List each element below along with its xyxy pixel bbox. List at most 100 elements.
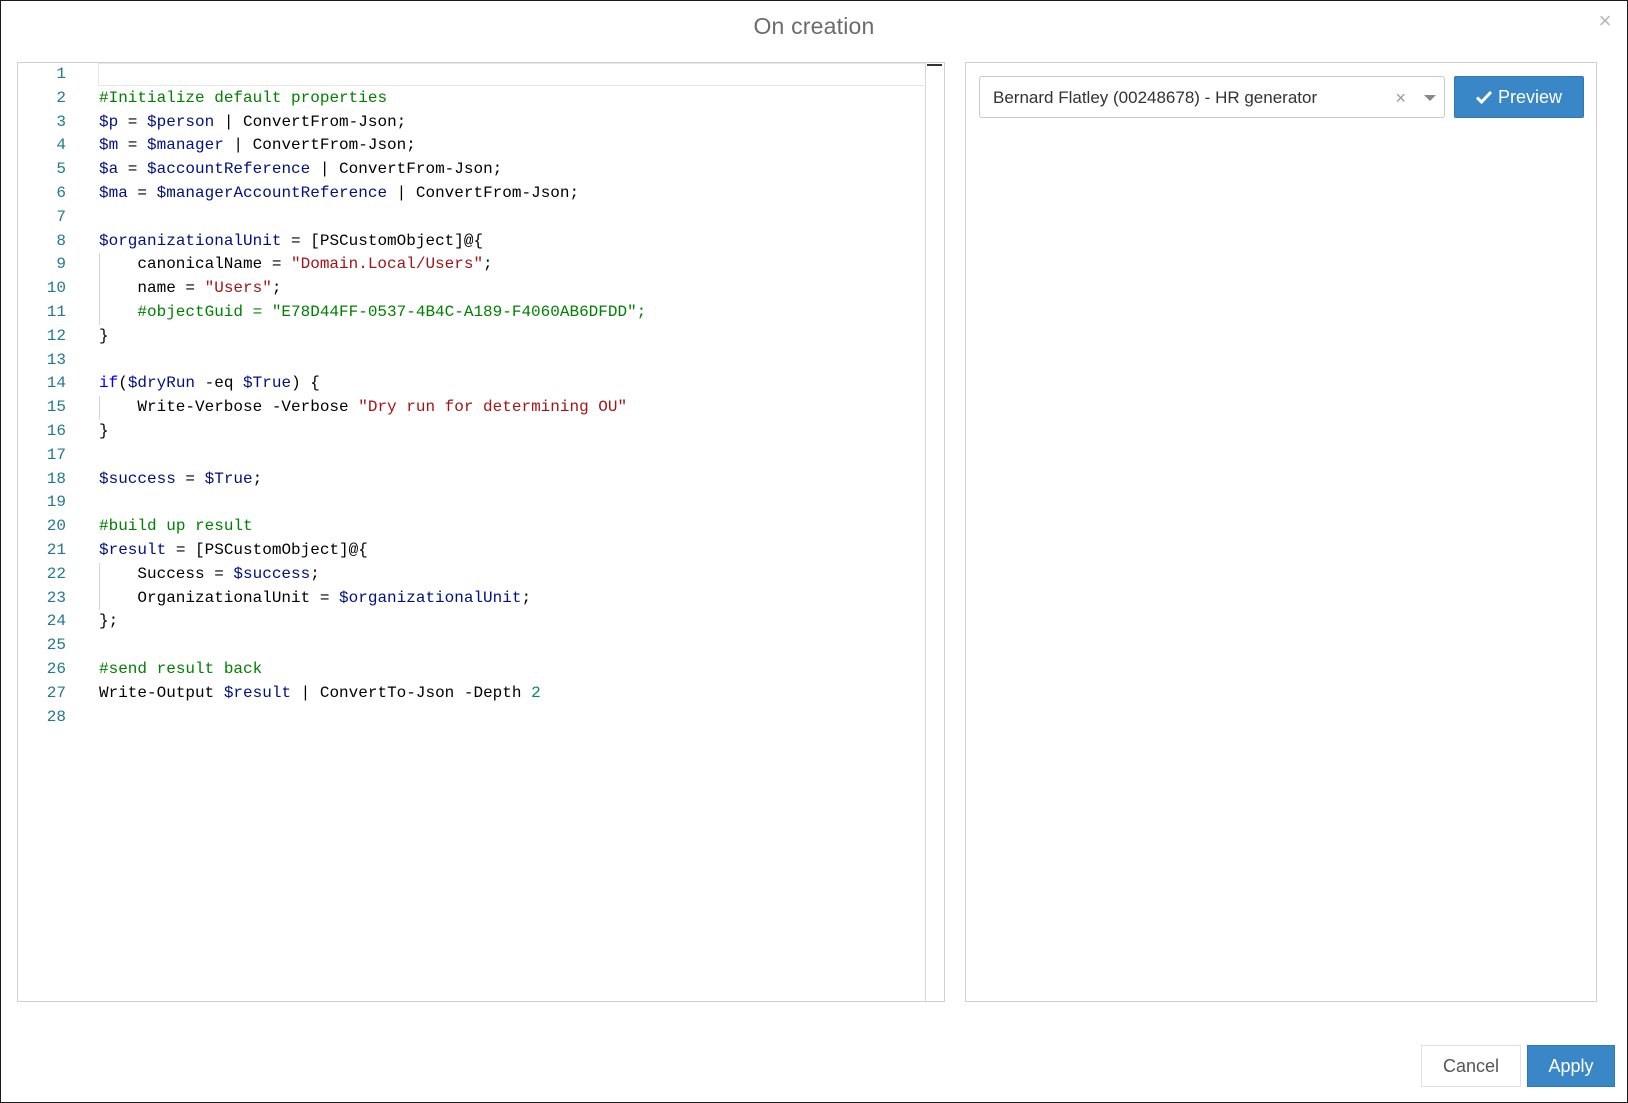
dialog: On creation × 1 2 3 4 5 6 7 8 9 10 11 12 13 14 15 16 17 1… [0, 0, 1628, 1103]
code-token: $manager [147, 136, 224, 155]
code-line: name = "Users"; [137, 277, 281, 301]
line-number: 8 [56, 231, 66, 250]
code-line: } [99, 325, 109, 349]
code-token: = [PSCustomObject]@{ [281, 231, 484, 250]
code-line: Write-Output $result | ConvertTo-Json -D… [99, 682, 541, 706]
code-token: Success = [137, 564, 234, 583]
code-token: "Dry run for determining OU" [358, 398, 628, 417]
code-token: OrganizationalUnit = [137, 588, 340, 607]
line-number: 26 [46, 660, 66, 678]
editor-scrollbar[interactable] [925, 63, 944, 1001]
code-token: } [99, 326, 109, 345]
indent-guide [99, 277, 100, 301]
code-token: #build up result [99, 517, 253, 536]
code-token: 2 [531, 683, 541, 702]
indent-guide [99, 562, 100, 587]
line-number: 7 [56, 207, 66, 226]
chevron-down-icon[interactable] [1414, 77, 1444, 117]
code-line: #objectGuid = "E78D44FF-0537-4B4C-A189-F… [137, 301, 646, 325]
code-token: name = [137, 279, 205, 298]
code-token: = [118, 160, 148, 179]
line-number: 19 [46, 493, 66, 512]
code-line: Success = $success; [137, 563, 319, 587]
code-token: $True [204, 469, 253, 488]
code-token: $p [99, 112, 119, 131]
code-token: $a [99, 160, 119, 179]
line-number: 11 [46, 303, 66, 321]
code-token: #send result back [99, 660, 263, 678]
code-token: $True [243, 374, 292, 393]
code-token: Write-Output [99, 683, 224, 702]
code-token: = [PSCustomObject]@{ [166, 541, 368, 559]
line-number: 9 [56, 255, 66, 274]
code-token: = [118, 112, 148, 131]
code-token: }; [99, 612, 119, 631]
line-number: 1 [56, 65, 66, 83]
code-token: $managerAccountReference [156, 184, 388, 202]
indent-guide [99, 253, 100, 278]
indent-guide [99, 301, 100, 325]
code-token: = [175, 469, 205, 488]
preview-button[interactable]: Preview [1454, 76, 1584, 118]
preview-button-label: Preview [1497, 86, 1563, 107]
code-token: ; [252, 469, 263, 488]
code-token: #objectGuid = "E78D44FF-0537-4B4C-A189-F… [137, 303, 647, 321]
code-token: $result [223, 683, 292, 702]
line-number: 10 [46, 279, 66, 298]
code-token: | ConvertFrom-Json; [214, 112, 407, 131]
code-token: #Initialize default properties [99, 88, 388, 107]
line-number: 22 [46, 564, 66, 583]
code-area[interactable]: #Initialize default properties $p = $pers… [98, 63, 926, 1001]
code-line: $success = $True; [99, 468, 262, 492]
line-number: 13 [46, 350, 66, 369]
code-token: = [127, 184, 157, 202]
code-token: if [99, 374, 119, 393]
indent-guide [99, 396, 100, 420]
code-line: OrganizationalUnit = $organizationalUnit… [137, 587, 531, 611]
line-number: 21 [46, 541, 66, 559]
line-number: 16 [46, 422, 66, 440]
clear-icon[interactable]: × [1395, 77, 1406, 119]
cancel-button[interactable]: Cancel [1421, 1045, 1521, 1087]
line-number: 25 [46, 636, 66, 655]
line-number: 23 [46, 588, 66, 607]
close-icon[interactable]: × [1593, 9, 1617, 33]
code-token: $result [99, 541, 167, 559]
check-icon [1475, 90, 1492, 104]
code-token: $person [147, 112, 215, 131]
line-number: 27 [46, 683, 66, 702]
code-token: $success [233, 564, 311, 583]
preview-panel: Bernard Flatley (00248678) - HR generato… [965, 62, 1597, 1002]
code-line: #build up result [99, 515, 253, 539]
line-number: 20 [46, 517, 66, 536]
code-line: }; [99, 610, 118, 634]
code-line: $result = [PSCustomObject]@{ [99, 539, 368, 563]
dialog-title: On creation [753, 13, 875, 39]
line-number: 17 [46, 445, 66, 464]
line-number: 4 [56, 136, 66, 155]
line-number: 12 [46, 326, 66, 345]
code-token: "Users" [204, 279, 272, 298]
code-line: #send result back [99, 658, 262, 682]
person-select[interactable]: Bernard Flatley (00248678) - HR generato… [979, 76, 1445, 118]
code-token: Write-Verbose -Verbose [137, 398, 359, 417]
code-editor[interactable]: 1 2 3 4 5 6 7 8 9 10 11 12 13 14 15 16 17 18 19 20 21 22 23 24 2… [17, 62, 945, 1002]
code-token: $organizationalUnit [99, 231, 282, 250]
line-number: 15 [46, 398, 66, 417]
indent-guide [99, 586, 100, 611]
apply-button[interactable]: Apply [1527, 1045, 1615, 1087]
person-select-value: Bernard Flatley (00248678) - HR generato… [993, 88, 1318, 107]
code-line: #Initialize default properties [99, 87, 387, 111]
code-line: $a = $accountReference | ConvertFrom-Jso… [99, 158, 502, 182]
code-token: $ma [99, 184, 128, 202]
code-token: | ConvertFrom-Json; [223, 136, 416, 155]
scroll-thumb[interactable] [927, 64, 942, 66]
code-token: } [99, 422, 109, 440]
line-number: 2 [56, 88, 66, 107]
code-token: $m [99, 136, 119, 155]
code-token: | ConvertFrom-Json; [310, 160, 503, 179]
line-number: 5 [56, 160, 66, 179]
code-token: "Domain.Local/Users" [291, 255, 484, 274]
code-token: $organizationalUnit [339, 588, 522, 607]
code-line: Write-Verbose -Verbose "Dry run for dete… [137, 396, 627, 420]
